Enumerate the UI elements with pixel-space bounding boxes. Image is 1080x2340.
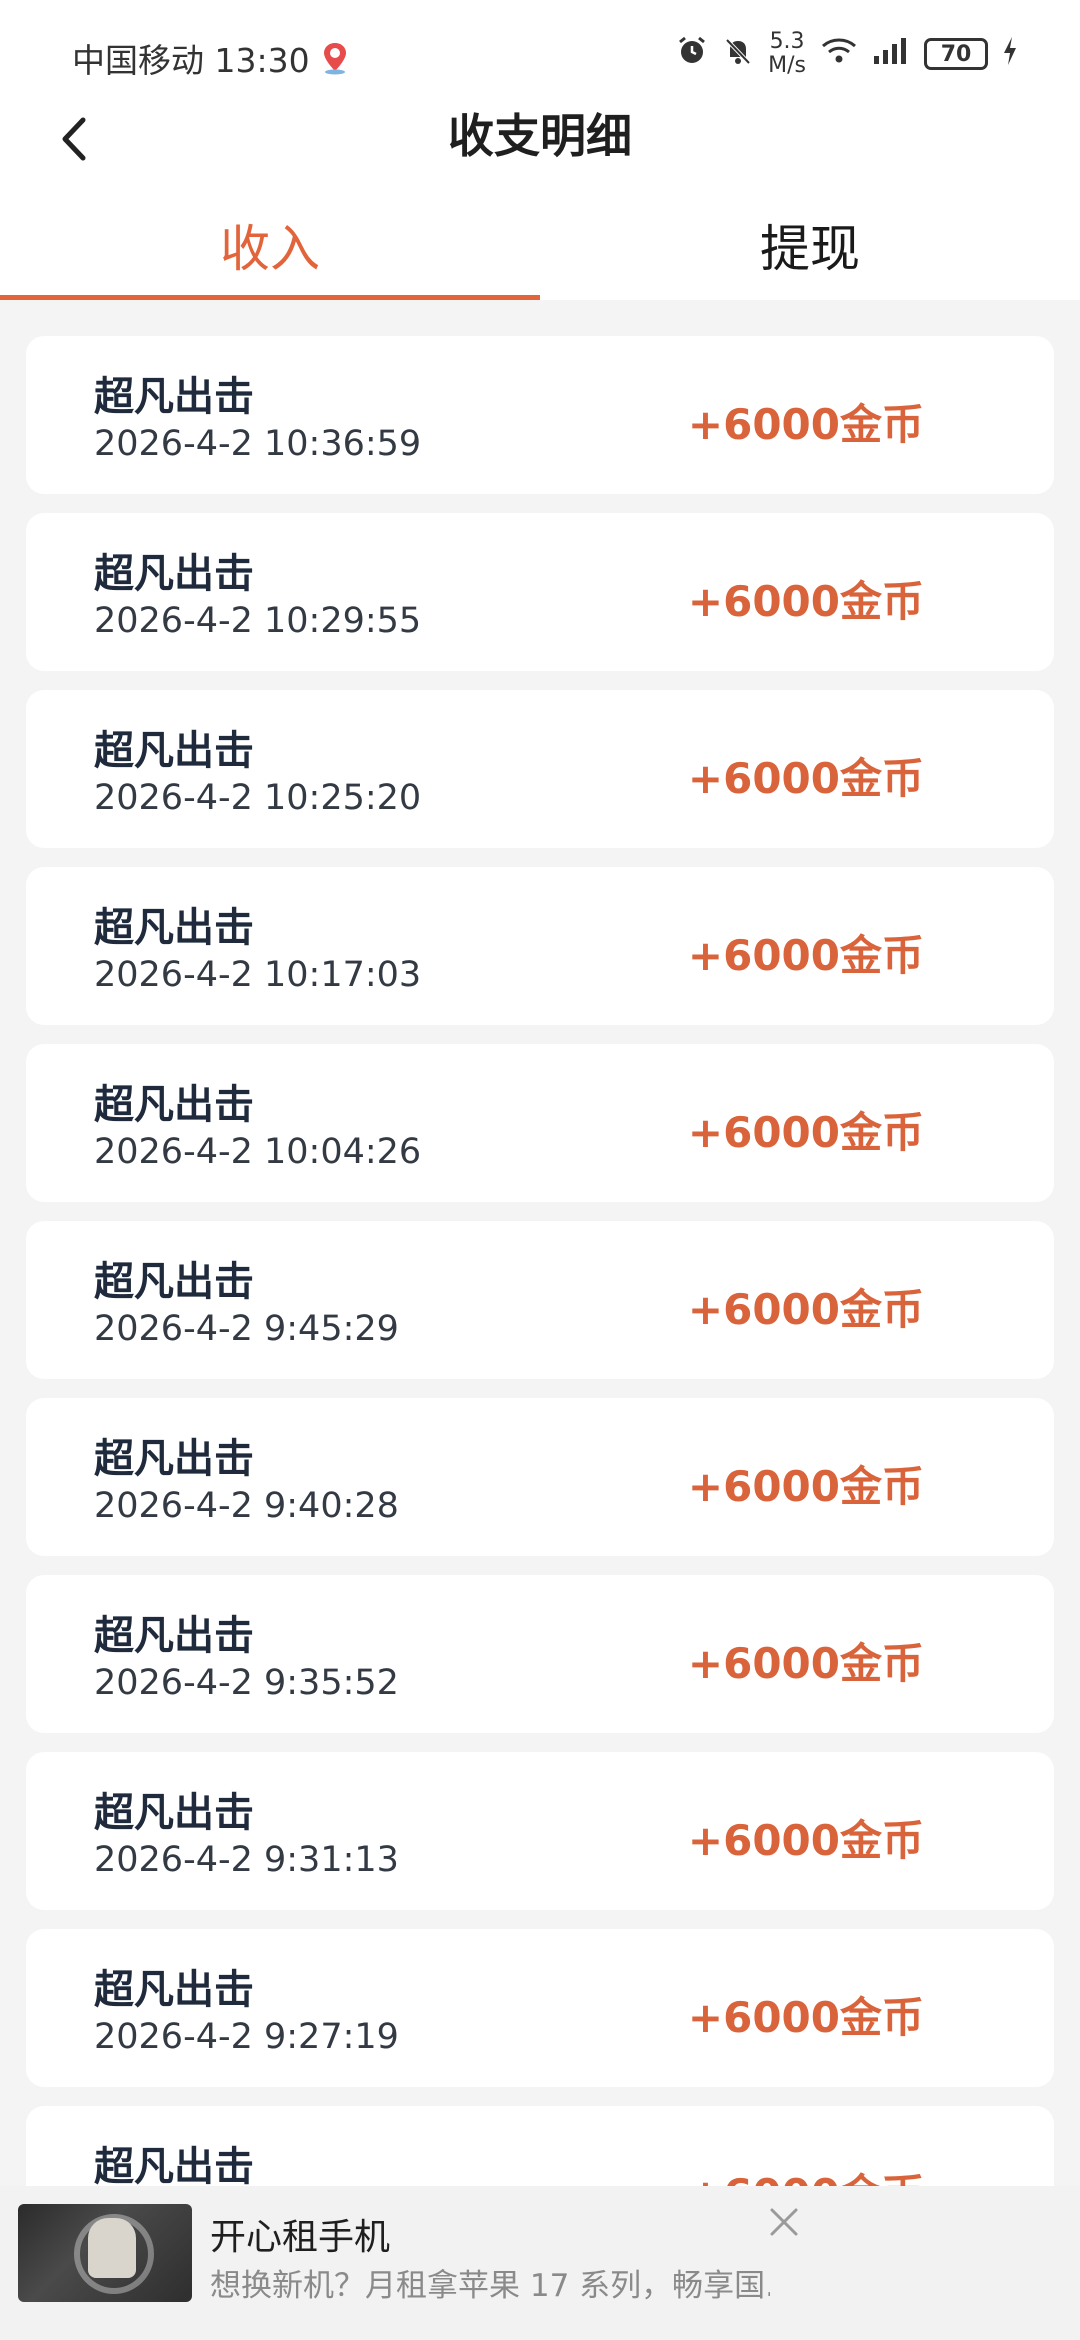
record-amount: +6000金币 — [687, 754, 924, 803]
record-title: 超凡出击 — [94, 1967, 254, 2013]
battery-indicator: 70 — [924, 38, 988, 70]
record-title: 超凡出击 — [94, 1436, 254, 1482]
record-time: 2026-4-2 9:45:29 — [94, 1309, 399, 1349]
record-time: 2026-4-2 10:17:03 — [94, 955, 422, 995]
tab-indicator — [0, 295, 540, 300]
record-title: 超凡出击 — [94, 2144, 254, 2190]
list-item[interactable]: 超凡出击 2026-4-2 9:35:52 +6000金币 — [26, 1575, 1054, 1733]
record-title: 超凡出击 — [94, 728, 254, 774]
status-left: 中国移动 13:30 — [72, 34, 350, 82]
carrier-time: 中国移动 13:30 — [72, 41, 310, 80]
record-amount: +6000金币 — [687, 577, 924, 626]
record-time: 2026-4-2 10:29:55 — [94, 601, 422, 641]
net-speed-unit: M/s — [768, 53, 806, 78]
record-time: 2026-4-2 9:40:28 — [94, 1486, 399, 1526]
record-time: 2026-4-2 10:36:59 — [94, 424, 422, 464]
list-item[interactable]: 超凡出击 2026-4-2 9:31:13 +6000金币 — [26, 1752, 1054, 1910]
record-time: 2026-4-2 10:04:26 — [94, 1132, 422, 1172]
wifi-icon — [820, 36, 858, 72]
record-amount: +6000金币 — [687, 1816, 924, 1865]
record-title: 超凡出击 — [94, 1259, 254, 1305]
record-amount: +6000金币 — [687, 1285, 924, 1334]
ad-thumbnail[interactable] — [18, 2204, 192, 2302]
record-amount: +6000金币 — [687, 400, 924, 449]
record-time: 2026-4-2 9:31:13 — [94, 1840, 399, 1880]
list-item[interactable]: 超凡出击 2026-4-2 10:17:03 +6000金币 — [26, 867, 1054, 1025]
ad-banner[interactable]: 开心租手机 想换新机？月租拿苹果 17 系列，畅享国... — [0, 2186, 1080, 2340]
record-title: 超凡出击 — [94, 374, 254, 420]
list-item[interactable]: 超凡出击 2026-4-2 9:45:29 +6000金币 — [26, 1221, 1054, 1379]
record-time: 2026-4-2 9:27:19 — [94, 2017, 399, 2057]
record-list[interactable]: 超凡出击 2026-4-2 10:36:59 +6000金币 超凡出击 2026… — [26, 336, 1054, 2283]
list-item[interactable]: 超凡出击 2026-4-2 10:36:59 +6000金币 — [26, 336, 1054, 494]
record-title: 超凡出击 — [94, 1790, 254, 1836]
net-speed-value: 5.3 — [769, 29, 805, 54]
list-item[interactable]: 超凡出击 2026-4-2 9:40:28 +6000金币 — [26, 1398, 1054, 1556]
status-bar: 中国移动 13:30 5.3 M/s 70 — [0, 0, 1080, 90]
record-amount: +6000金币 — [687, 1993, 924, 2042]
network-speed: 5.3 M/s — [768, 30, 806, 78]
record-title: 超凡出击 — [94, 1082, 254, 1128]
close-icon[interactable] — [764, 2202, 804, 2242]
list-item[interactable]: 超凡出击 2026-4-2 10:25:20 +6000金币 — [26, 690, 1054, 848]
page-title: 收支明细 — [448, 109, 632, 163]
record-title: 超凡出击 — [94, 905, 254, 951]
list-item[interactable]: 超凡出击 2026-4-2 10:29:55 +6000金币 — [26, 513, 1054, 671]
ad-thumbnail-figure — [88, 2218, 136, 2278]
record-title: 超凡出击 — [94, 551, 254, 597]
ad-title[interactable]: 开心租手机 — [210, 2208, 390, 2260]
tab-bar: 收入 提现 — [0, 190, 1080, 300]
list-item[interactable]: 超凡出击 2026-4-2 9:27:19 +6000金币 — [26, 1929, 1054, 2087]
record-time: 2026-4-2 9:35:52 — [94, 1663, 399, 1703]
record-title: 超凡出击 — [94, 1613, 254, 1659]
signal-icon — [872, 36, 910, 72]
tab-income[interactable]: 收入 — [0, 190, 540, 300]
record-amount: +6000金币 — [687, 1639, 924, 1688]
record-time: 2026-4-2 10:25:20 — [94, 778, 422, 818]
tab-withdraw[interactable]: 提现 — [540, 190, 1080, 300]
top-header-area: 中国移动 13:30 5.3 M/s 70 收支明细 收入 提现 — [0, 0, 1080, 300]
record-amount: +6000金币 — [687, 1462, 924, 1511]
ad-description[interactable]: 想换新机？月租拿苹果 17 系列，畅享国... — [210, 2260, 770, 2305]
navigation-bar: 收支明细 — [0, 90, 1080, 190]
location-pin-icon — [320, 41, 350, 75]
record-amount: +6000金币 — [687, 1108, 924, 1157]
mute-bell-icon — [722, 35, 754, 73]
charging-icon — [1002, 36, 1018, 72]
record-amount: +6000金币 — [687, 931, 924, 980]
status-right: 5.3 M/s 70 — [676, 30, 1018, 78]
alarm-icon — [676, 35, 708, 73]
list-item[interactable]: 超凡出击 2026-4-2 10:04:26 +6000金币 — [26, 1044, 1054, 1202]
